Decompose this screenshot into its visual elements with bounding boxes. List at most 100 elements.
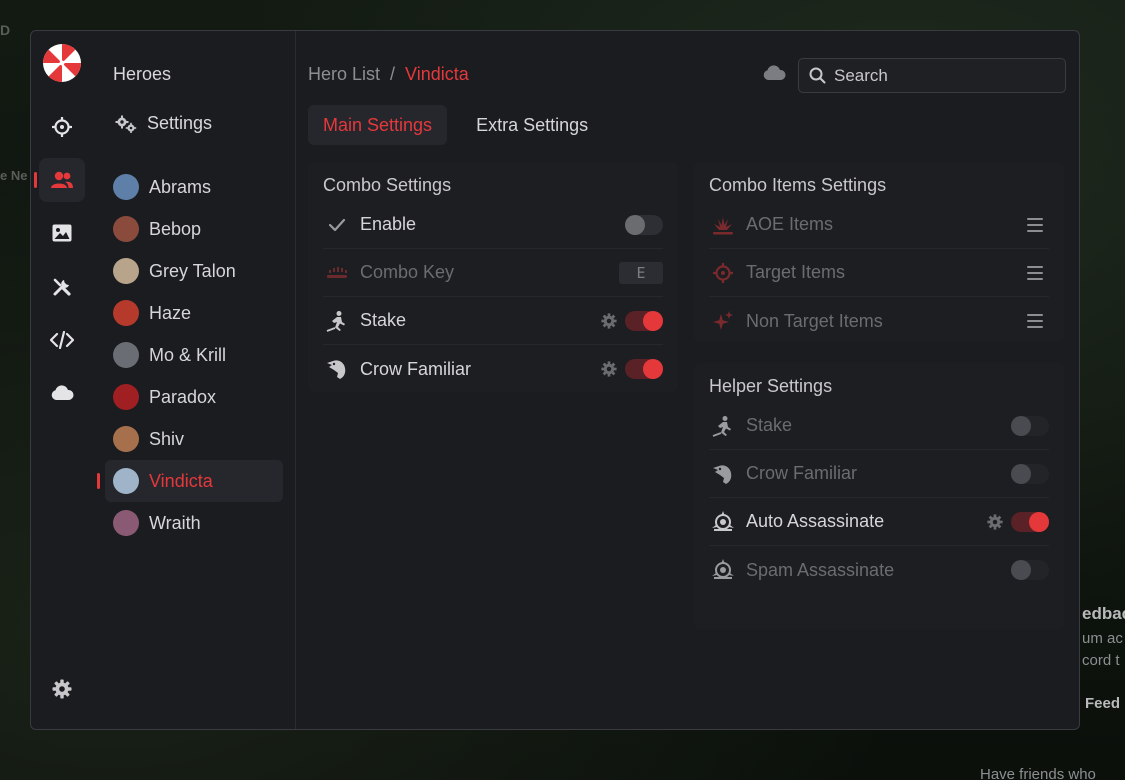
combo-stake-row: Stake — [323, 297, 663, 345]
helper-stake-row: Stake — [709, 402, 1049, 450]
auto-assassinate-row: Auto Assassinate — [709, 498, 1049, 546]
combo-stake-toggle[interactable] — [625, 310, 663, 331]
combo-crow-row: Crow Familiar — [323, 345, 663, 393]
helper-stake-toggle[interactable] — [1011, 415, 1049, 436]
hero-avatar — [113, 300, 139, 326]
hero-item-vindicta[interactable]: Vindicta — [97, 460, 283, 502]
search-box[interactable] — [798, 58, 1066, 93]
hero-list: Abrams Bebop Grey Talon Haze Mo & Krill … — [97, 166, 283, 544]
rail-tools-button[interactable] — [39, 265, 85, 309]
target-items-row: Target Items — [709, 249, 1049, 297]
hero-name: Wraith — [149, 512, 201, 533]
background-text: Have friends who — [980, 766, 1096, 780]
aoe-items-label: AOE Items — [746, 214, 834, 234]
cloud-icon — [51, 385, 74, 400]
tools-icon — [53, 278, 71, 296]
hero-avatar — [113, 216, 139, 242]
rail-settings-button[interactable] — [39, 667, 85, 711]
reorder-menu-icon[interactable] — [1027, 217, 1043, 232]
sparkle-icon — [711, 309, 735, 333]
users-icon — [51, 171, 73, 188]
search-icon — [809, 67, 826, 84]
reorder-menu-icon[interactable] — [1027, 265, 1043, 280]
hero-item-paradox[interactable]: Paradox — [105, 376, 283, 418]
rail-code-button[interactable] — [39, 318, 85, 362]
code-icon — [50, 331, 74, 349]
helper-settings-panel: Helper Settings Stake Crow Familiar Auto… — [694, 363, 1064, 629]
hero-avatar — [113, 342, 139, 368]
rail-heroes-button[interactable] — [39, 158, 85, 202]
cloud-sync-icon[interactable] — [762, 65, 786, 81]
hero-name: Vindicta — [149, 470, 213, 491]
settings-window: Heroes Settings Abrams Bebop Grey Talon … — [30, 30, 1080, 730]
combo-stake-label: Stake — [360, 310, 407, 330]
breadcrumb-separator: / — [390, 64, 396, 84]
gear-icon[interactable] — [601, 312, 617, 329]
reorder-menu-icon[interactable] — [1027, 314, 1043, 328]
combo-items-settings-title: Combo Items Settings — [709, 175, 887, 195]
hero-item-shiv[interactable]: Shiv — [105, 418, 283, 460]
heroes-panel: Heroes Settings Abrams Bebop Grey Talon … — [93, 31, 296, 729]
background-text: D — [0, 22, 11, 38]
rail-active-indicator — [34, 172, 37, 188]
helper-crow-label: Crow Familiar — [746, 463, 858, 483]
image-icon — [52, 224, 72, 242]
hero-avatar — [113, 174, 139, 200]
gears-icon — [115, 115, 137, 133]
gear-icon[interactable] — [987, 513, 1003, 530]
rail-crosshair-button[interactable] — [39, 105, 85, 149]
hero-item-mo-krill[interactable]: Mo & Krill — [105, 334, 283, 376]
spam-assassinate-row: Spam Assassinate — [709, 546, 1049, 594]
rail-image-button[interactable] — [39, 211, 85, 255]
hero-name: Abrams — [149, 176, 212, 197]
hero-name: Haze — [149, 302, 192, 323]
icon-rail — [31, 31, 93, 729]
combo-crow-label: Crow Familiar — [360, 358, 472, 379]
heroes-title: Heroes — [113, 64, 172, 84]
hero-avatar — [113, 468, 139, 494]
check-icon — [325, 213, 349, 237]
hero-avatar — [113, 426, 139, 452]
heroes-settings-link[interactable]: Settings — [115, 113, 212, 134]
combo-crow-toggle[interactable] — [625, 359, 663, 379]
assassinate-icon — [711, 558, 735, 582]
breadcrumb-root[interactable]: Hero List — [308, 64, 380, 85]
hero-name: Mo & Krill — [149, 344, 227, 365]
helper-settings-title: Helper Settings — [709, 376, 833, 396]
auto-assassinate-label: Auto Assassinate — [746, 511, 885, 531]
spam-assassinate-toggle[interactable] — [1011, 560, 1049, 580]
hero-avatar — [113, 510, 139, 536]
crosshair-icon — [52, 117, 72, 137]
helper-crow-toggle[interactable] — [1011, 463, 1049, 484]
assassinate-icon — [711, 510, 735, 534]
hero-item-grey-talon[interactable]: Grey Talon — [105, 250, 283, 292]
search-input[interactable] — [834, 65, 1054, 86]
hero-name: Paradox — [149, 386, 217, 407]
rail-cloud-button[interactable] — [39, 371, 85, 415]
combo-enable-row: Enable — [323, 201, 663, 249]
hero-avatar — [113, 384, 139, 410]
hero-item-abrams[interactable]: Abrams — [105, 166, 283, 208]
tab-main-settings[interactable]: Main Settings — [308, 105, 448, 145]
helper-crow-row: Crow Familiar — [709, 450, 1049, 498]
target-icon — [711, 261, 735, 285]
stake-icon — [325, 309, 349, 333]
hero-item-haze[interactable]: Haze — [105, 292, 283, 334]
settings-tabs: Main Settings Extra Settings — [308, 105, 603, 145]
combo-items-settings-panel: Combo Items Settings AOE Items Target It… — [694, 162, 1064, 342]
combo-enable-toggle[interactable] — [625, 214, 663, 235]
gear-icon — [52, 679, 72, 699]
tab-extra-settings[interactable]: Extra Settings — [461, 105, 603, 145]
hero-name: Shiv — [149, 428, 185, 449]
aoe-items-row: AOE Items — [709, 201, 1049, 249]
auto-assassinate-toggle[interactable] — [1011, 511, 1049, 532]
main-content: Hero List / Vindicta Main Settings Extra… — [296, 31, 1079, 729]
combo-key-binding[interactable]: E — [619, 261, 663, 284]
hero-item-wraith[interactable]: Wraith — [105, 502, 283, 544]
combo-key-row: Combo Key E — [323, 249, 663, 297]
background-text: Feed — [1085, 695, 1121, 712]
combo-enable-label: Enable — [360, 214, 417, 234]
crow-icon — [325, 357, 349, 381]
hero-item-bebop[interactable]: Bebop — [105, 208, 283, 250]
gear-icon[interactable] — [601, 361, 617, 377]
